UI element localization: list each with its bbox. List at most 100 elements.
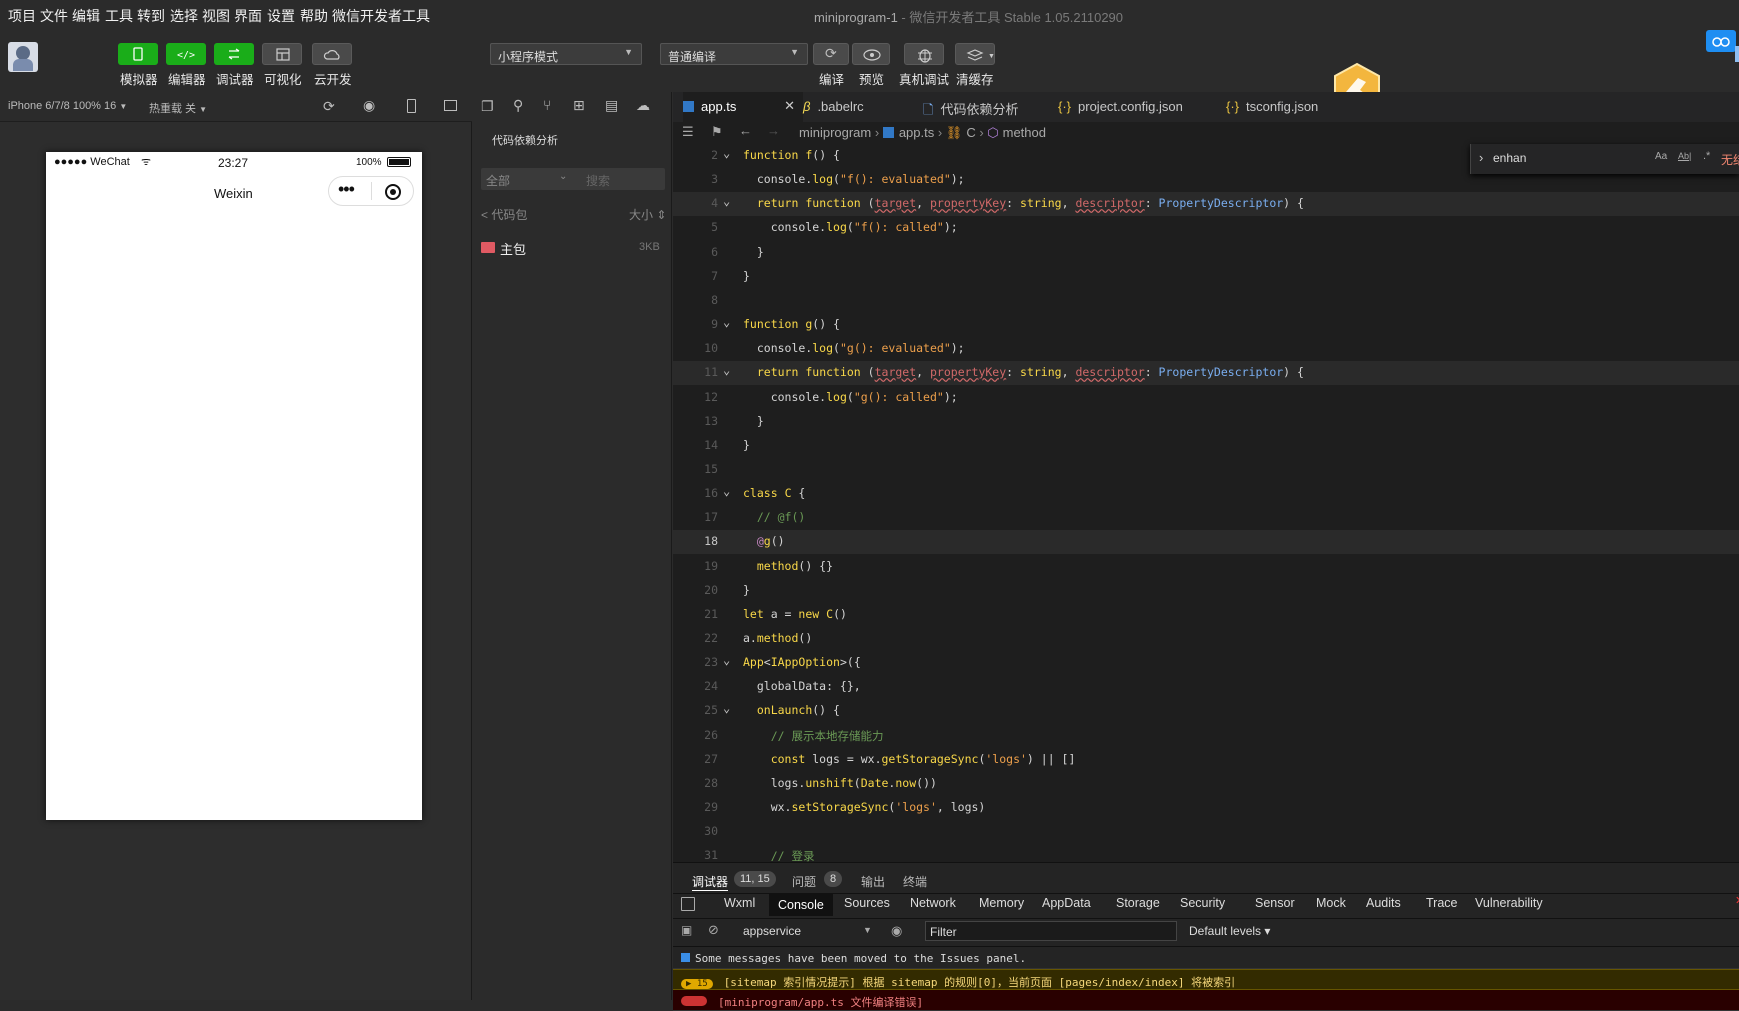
tab-debugger[interactable]: 调试器	[692, 873, 729, 891]
menu-item[interactable]: 文件	[40, 6, 68, 26]
menu-item[interactable]: 选择	[170, 6, 198, 26]
package-name[interactable]: 主包	[500, 239, 526, 258]
docker-icon[interactable]: ☁	[636, 97, 650, 114]
phone-icon[interactable]	[407, 99, 416, 113]
eye-icon[interactable]: ◉	[891, 923, 902, 939]
devtools-tab-appdata[interactable]: AppData	[1042, 896, 1091, 910]
breadcrumb-item[interactable]: C	[966, 125, 975, 140]
devtools-tab-sources[interactable]: Sources	[844, 896, 890, 910]
tab-issues[interactable]: 问题	[792, 873, 816, 890]
fold-chevron-icon[interactable]: ⌄	[723, 484, 730, 498]
search-icon[interactable]: ⚲	[513, 97, 523, 114]
fold-chevron-icon[interactable]: ⌄	[723, 146, 730, 160]
cloud-sync-icon[interactable]	[1706, 30, 1736, 52]
inspect-icon[interactable]	[681, 897, 695, 911]
tab-2[interactable]: 🗋 代码依赖分析	[923, 92, 1058, 122]
clear-cache-button[interactable]: ▼	[955, 43, 995, 65]
menu-item[interactable]: 工具	[105, 6, 133, 26]
line-number: 7	[711, 268, 718, 283]
regex-icon[interactable]: .*	[1703, 150, 1710, 162]
hotreload-select[interactable]: 热重载 关 ▼	[149, 100, 207, 116]
menu-item[interactable]: 帮助	[300, 6, 328, 26]
list-icon[interactable]: ☰	[682, 124, 694, 140]
preview-button[interactable]	[852, 43, 890, 65]
mode-select[interactable]: 小程序模式 ▼	[490, 43, 642, 65]
capsule-button[interactable]: •••	[328, 176, 414, 206]
fold-chevron-icon[interactable]: ⌄	[723, 701, 730, 715]
devtools-tab-sensor[interactable]: Sensor	[1255, 896, 1295, 910]
devtools-tab-vulnerability[interactable]: Vulnerability	[1475, 896, 1543, 910]
tab-4[interactable]: {·} tsconfig.json	[1226, 92, 1356, 122]
clear-console-icon[interactable]: ⊘	[708, 922, 719, 938]
compile-select[interactable]: 普通编译 ▼	[660, 43, 808, 65]
menu-item[interactable]: 界面	[234, 6, 262, 26]
compile-button[interactable]: ⟳	[813, 43, 849, 65]
devtools-tab-storage[interactable]: Storage	[1116, 896, 1160, 910]
devtools-tab-trace[interactable]: Trace	[1426, 896, 1458, 910]
breadcrumb-item[interactable]: miniprogram	[799, 125, 871, 140]
avatar[interactable]	[8, 42, 38, 72]
breadcrumb-item[interactable]: method	[1003, 125, 1046, 140]
fold-chevron-icon[interactable]: ⌄	[723, 315, 730, 329]
menu-item[interactable]: 微信开发者工具	[332, 6, 430, 26]
cloud-dev-button[interactable]	[312, 43, 352, 65]
code-view[interactable]: 2 ⌄ function f() {3 console.log("f(): eval…	[673, 144, 1739, 862]
devtools-tab-memory[interactable]: Memory	[979, 896, 1024, 910]
remote-debug-button[interactable]	[904, 43, 944, 65]
record-icon[interactable]: ◉	[363, 97, 375, 114]
tab-3[interactable]: {·} project.config.json	[1058, 92, 1226, 122]
devtools-tab-security[interactable]: Security	[1180, 896, 1225, 910]
menu-item[interactable]: 编辑	[72, 6, 100, 26]
device-select[interactable]: iPhone 6/7/8 100% 16 ▼	[8, 100, 127, 112]
chevron-right-icon[interactable]: ›	[1479, 150, 1483, 165]
back-arrow-icon[interactable]: ←	[739, 123, 752, 138]
git-icon[interactable]: ⑂	[543, 97, 551, 113]
menu-item[interactable]: 设置	[267, 6, 295, 26]
simulator-toggle-button[interactable]	[118, 43, 158, 65]
sidebar-toggle-icon[interactable]: ▣	[681, 923, 692, 937]
devtools-tab-mock[interactable]: Mock	[1316, 896, 1346, 910]
window-icon[interactable]	[444, 100, 457, 111]
visual-toggle-button[interactable]	[262, 43, 302, 65]
tab-output[interactable]: 输出	[861, 873, 885, 890]
menu-item[interactable]: 视图	[202, 6, 230, 26]
search-input[interactable]: 搜索	[586, 172, 610, 189]
dependency-icon[interactable]: ▤	[605, 97, 618, 114]
more-icon[interactable]: •••	[338, 179, 355, 200]
whole-word-icon[interactable]: Ab|	[1678, 151, 1691, 161]
debugger-toggle-button[interactable]	[214, 43, 254, 65]
devtools-tab-audits[interactable]: Audits	[1366, 896, 1401, 910]
forward-arrow-icon[interactable]: →	[767, 123, 780, 138]
devtools-tab-network[interactable]: Network	[910, 896, 956, 910]
line-number: 5	[711, 220, 718, 235]
filter-input[interactable]: Filter	[925, 921, 1177, 941]
size-label: 大小	[629, 208, 654, 222]
close-circle-icon[interactable]	[385, 184, 401, 200]
code-line: 7}	[673, 265, 1739, 289]
levels-select[interactable]: Default levels ▾	[1189, 924, 1270, 938]
fold-chevron-icon[interactable]: ⌄	[723, 653, 730, 667]
rotate-icon[interactable]: ⟳	[323, 98, 335, 115]
size-sort[interactable]: 大小 ⇕	[629, 206, 666, 223]
breadcrumb-item[interactable]: app.ts	[899, 125, 934, 140]
filter-all-select[interactable]: 全部	[486, 172, 510, 189]
fold-chevron-icon[interactable]: ⌄	[723, 363, 730, 377]
editor-toggle-button[interactable]: </>	[166, 43, 206, 65]
back-link[interactable]: < 代码包	[481, 206, 527, 223]
bookmark-icon[interactable]: ⚑	[711, 124, 723, 140]
extensions-icon[interactable]: ⊞	[573, 97, 585, 114]
fold-chevron-icon[interactable]: ⌄	[723, 194, 730, 208]
context-select[interactable]: appservice	[743, 924, 801, 938]
devtools-tab-wxml[interactable]: Wxml	[724, 896, 755, 910]
devtools-tab-console[interactable]: Console	[769, 894, 833, 916]
tab-1[interactable]: β .babelrc	[803, 92, 923, 122]
menu-item[interactable]: 转到	[137, 6, 165, 26]
copy-icon[interactable]: ❐	[481, 98, 494, 115]
find-input[interactable]: enhan	[1493, 151, 1526, 165]
tab-terminal[interactable]: 终端	[903, 873, 927, 890]
close-icon[interactable]: ✕	[784, 98, 795, 114]
menu-item[interactable]: 项目	[8, 6, 36, 26]
tab-0[interactable]: app.ts ✕	[683, 92, 803, 122]
match-case-icon[interactable]: Aa	[1655, 151, 1667, 162]
code-text: // @f()	[756, 510, 806, 525]
